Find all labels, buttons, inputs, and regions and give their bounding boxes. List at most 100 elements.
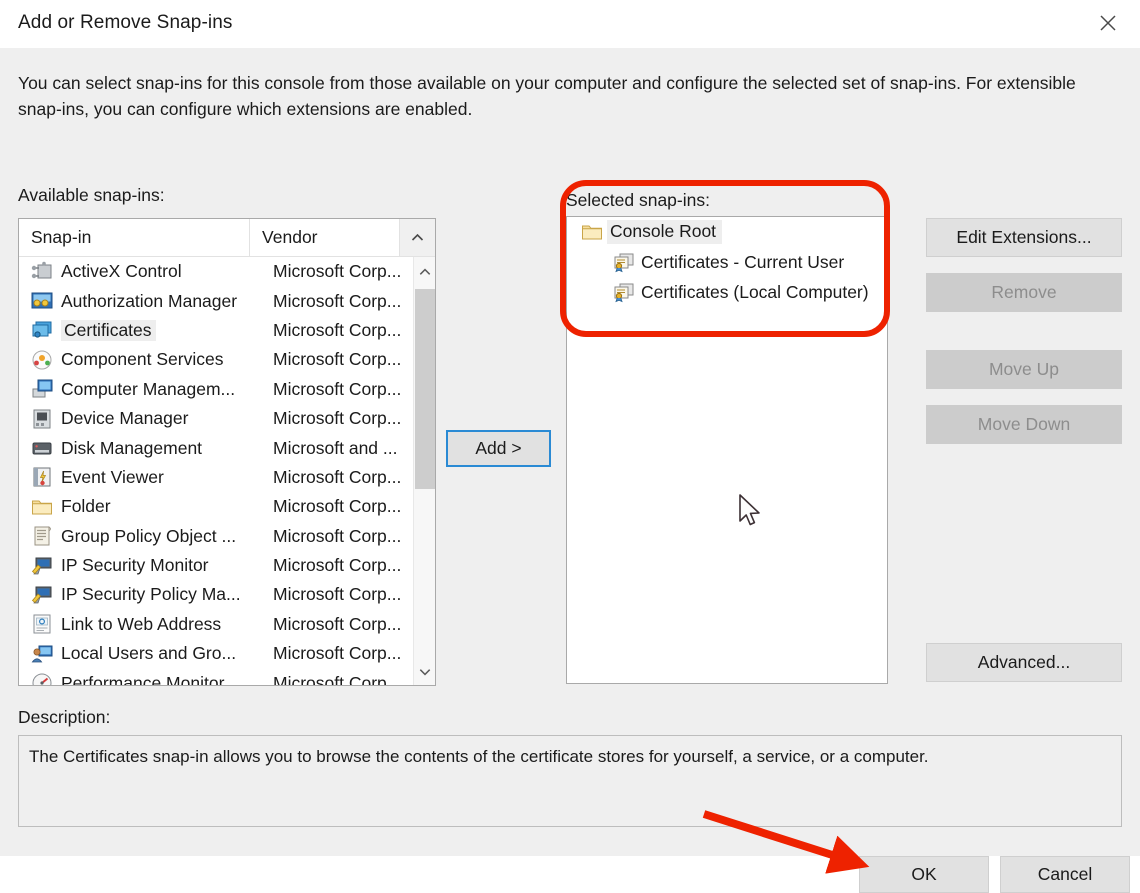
- close-icon: [1098, 13, 1118, 33]
- snapin-vendor-cell: Microsoft Corp...: [273, 319, 402, 340]
- snapin-vendor-cell: Microsoft Corp...: [273, 613, 402, 634]
- list-item[interactable]: Console Root: [567, 217, 887, 247]
- remove-button: Remove: [926, 273, 1122, 312]
- folder-icon: [581, 221, 607, 243]
- table-row[interactable]: Group Policy Object ... Microsoft Corp...: [19, 522, 414, 551]
- table-row[interactable]: IP Security Monitor Microsoft Corp...: [19, 551, 414, 580]
- column-header-snapin[interactable]: Snap-in: [19, 219, 251, 256]
- disk-management-icon: [27, 437, 57, 459]
- table-row[interactable]: Disk Management Microsoft and ...: [19, 433, 414, 462]
- snapin-vendor-cell: Microsoft Corp...: [273, 555, 402, 576]
- snapin-name-cell: Device Manager: [61, 408, 189, 429]
- snapin-name-cell: Performance Monitor: [61, 672, 225, 686]
- snapin-vendor-cell: Microsoft Corp...: [273, 349, 402, 370]
- performance-monitor-icon: [27, 672, 57, 685]
- description-text: The Certificates snap-in allows you to b…: [29, 747, 929, 766]
- selected-snapins-listbox[interactable]: Console Root Certificates - Current User C…: [566, 216, 888, 684]
- close-button[interactable]: [1076, 0, 1140, 46]
- snapin-vendor-cell: Microsoft Corp...: [273, 584, 402, 605]
- page-title: Add or Remove Snap-ins: [18, 12, 233, 33]
- snapin-vendor-cell: Microsoft and ...: [273, 437, 398, 458]
- edit-extensions-button[interactable]: Edit Extensions...: [926, 218, 1122, 257]
- table-row[interactable]: Folder Microsoft Corp...: [19, 492, 414, 521]
- column-header-vendor[interactable]: Vendor: [250, 219, 399, 256]
- certificates-icon: [27, 319, 57, 341]
- snapin-name-cell: Disk Management: [61, 437, 203, 458]
- group-policy-object-icon: [27, 525, 57, 547]
- snapin-name-cell: Event Viewer: [61, 466, 164, 487]
- event-viewer-icon: [27, 466, 57, 488]
- advanced-button[interactable]: Advanced...: [926, 643, 1122, 682]
- snapin-name-cell: Certificates: [57, 319, 267, 341]
- snapin-name-cell: Authorization Manager: [61, 290, 238, 311]
- table-row[interactable]: Local Users and Gro... Microsoft Corp...: [19, 639, 414, 668]
- available-snapins-rows: ActiveX Control Microsoft Corp... Authoriz…: [19, 257, 414, 686]
- intro-text: You can select snap-ins for this console…: [18, 73, 1076, 119]
- scroll-up-chevron-up-icon[interactable]: [414, 257, 435, 287]
- selected-snapin-label: Certificates (Local Computer): [641, 281, 869, 302]
- table-row[interactable]: IP Security Policy Ma... Microsoft Corp..…: [19, 580, 414, 609]
- sort-chevron-up-icon[interactable]: [399, 219, 435, 256]
- local-users-and-groups-icon: [27, 643, 57, 665]
- snapin-name-cell: Local Users and Gro...: [61, 643, 237, 664]
- snapin-name-selected: Certificates: [61, 319, 156, 341]
- activex-control-icon: [27, 261, 57, 283]
- snapin-vendor-cell: Microsoft Corp...: [273, 408, 402, 429]
- certificate-snapin-icon: [613, 251, 639, 273]
- list-item[interactable]: Certificates - Current User: [567, 247, 887, 277]
- ip-security-policy-icon: [27, 584, 57, 606]
- snapin-name-cell: Computer Managem...: [61, 378, 236, 399]
- add-button[interactable]: Add >: [446, 430, 551, 467]
- snapin-vendor-cell: Microsoft Corp...: [273, 378, 402, 399]
- snapin-name-cell: ActiveX Control: [61, 261, 182, 282]
- move-down-button: Move Down: [926, 405, 1122, 444]
- computer-management-icon: [27, 378, 57, 400]
- table-row[interactable]: Link to Web Address Microsoft Corp...: [19, 610, 414, 639]
- description-box: The Certificates snap-in allows you to b…: [18, 735, 1122, 827]
- dialog-body: You can select snap-ins for this console…: [0, 48, 1140, 893]
- snapin-name-cell: IP Security Monitor: [61, 555, 209, 576]
- snapin-name-cell: IP Security Policy Ma...: [61, 584, 241, 605]
- scrollbar-thumb[interactable]: [415, 289, 435, 489]
- authorization-manager-icon: [27, 290, 57, 312]
- available-list-scrollbar[interactable]: [413, 257, 435, 685]
- cancel-button[interactable]: Cancel: [1000, 856, 1130, 893]
- table-row[interactable]: ActiveX Control Microsoft Corp...: [19, 257, 414, 286]
- snapin-vendor-cell: Microsoft Corp...: [273, 643, 402, 664]
- selected-snapins-label: Selected snap-ins:: [566, 190, 710, 210]
- table-row[interactable]: Component Services Microsoft Corp...: [19, 345, 414, 374]
- table-row[interactable]: Computer Managem... Microsoft Corp...: [19, 375, 414, 404]
- snapin-vendor-cell: Microsoft Corp...: [273, 466, 402, 487]
- snapin-vendor-cell: Microsoft Corp...: [273, 525, 402, 546]
- move-up-button: Move Up: [926, 350, 1122, 389]
- selected-snapin-label: Console Root: [607, 220, 723, 244]
- snapin-vendor-cell: Microsoft Corp...: [273, 496, 402, 517]
- snapin-vendor-cell: Microsoft Corp: [273, 672, 387, 686]
- scroll-down-chevron-down-icon[interactable]: [414, 657, 435, 685]
- available-list-header: Snap-in Vendor: [19, 219, 435, 257]
- table-row[interactable]: Event Viewer Microsoft Corp...: [19, 463, 414, 492]
- device-manager-icon: [27, 408, 57, 430]
- certificate-snapin-icon: [613, 281, 639, 303]
- selected-snapin-label: Certificates - Current User: [641, 251, 845, 272]
- table-row[interactable]: Authorization Manager Microsoft Corp...: [19, 286, 414, 315]
- snapin-name-cell: Component Services: [61, 349, 224, 370]
- available-snapins-listbox[interactable]: Snap-in Vendor ActiveX Control Microsoft …: [18, 218, 436, 686]
- table-row[interactable]: Device Manager Microsoft Corp...: [19, 404, 414, 433]
- table-row[interactable]: Certificates Microsoft Corp...: [19, 316, 414, 345]
- ip-security-monitor-icon: [27, 555, 57, 577]
- available-snapins-label: Available snap-ins:: [18, 185, 165, 205]
- snapin-name-cell: Link to Web Address: [61, 613, 222, 634]
- title-bar: Add or Remove Snap-ins: [0, 0, 1140, 49]
- component-services-icon: [27, 349, 57, 371]
- snapin-name-cell: Folder: [61, 496, 111, 517]
- snapin-vendor-cell: Microsoft Corp...: [273, 261, 402, 282]
- description-label: Description:: [18, 707, 111, 727]
- folder-icon: [27, 496, 57, 518]
- snapin-name-cell: Group Policy Object ...: [61, 525, 237, 546]
- list-item[interactable]: Certificates (Local Computer): [567, 277, 887, 307]
- table-row[interactable]: Performance Monitor Microsoft Corp: [19, 668, 414, 686]
- snapin-vendor-cell: Microsoft Corp...: [273, 290, 402, 311]
- link-to-web-address-icon: [27, 613, 57, 635]
- ok-button[interactable]: OK: [859, 856, 989, 893]
